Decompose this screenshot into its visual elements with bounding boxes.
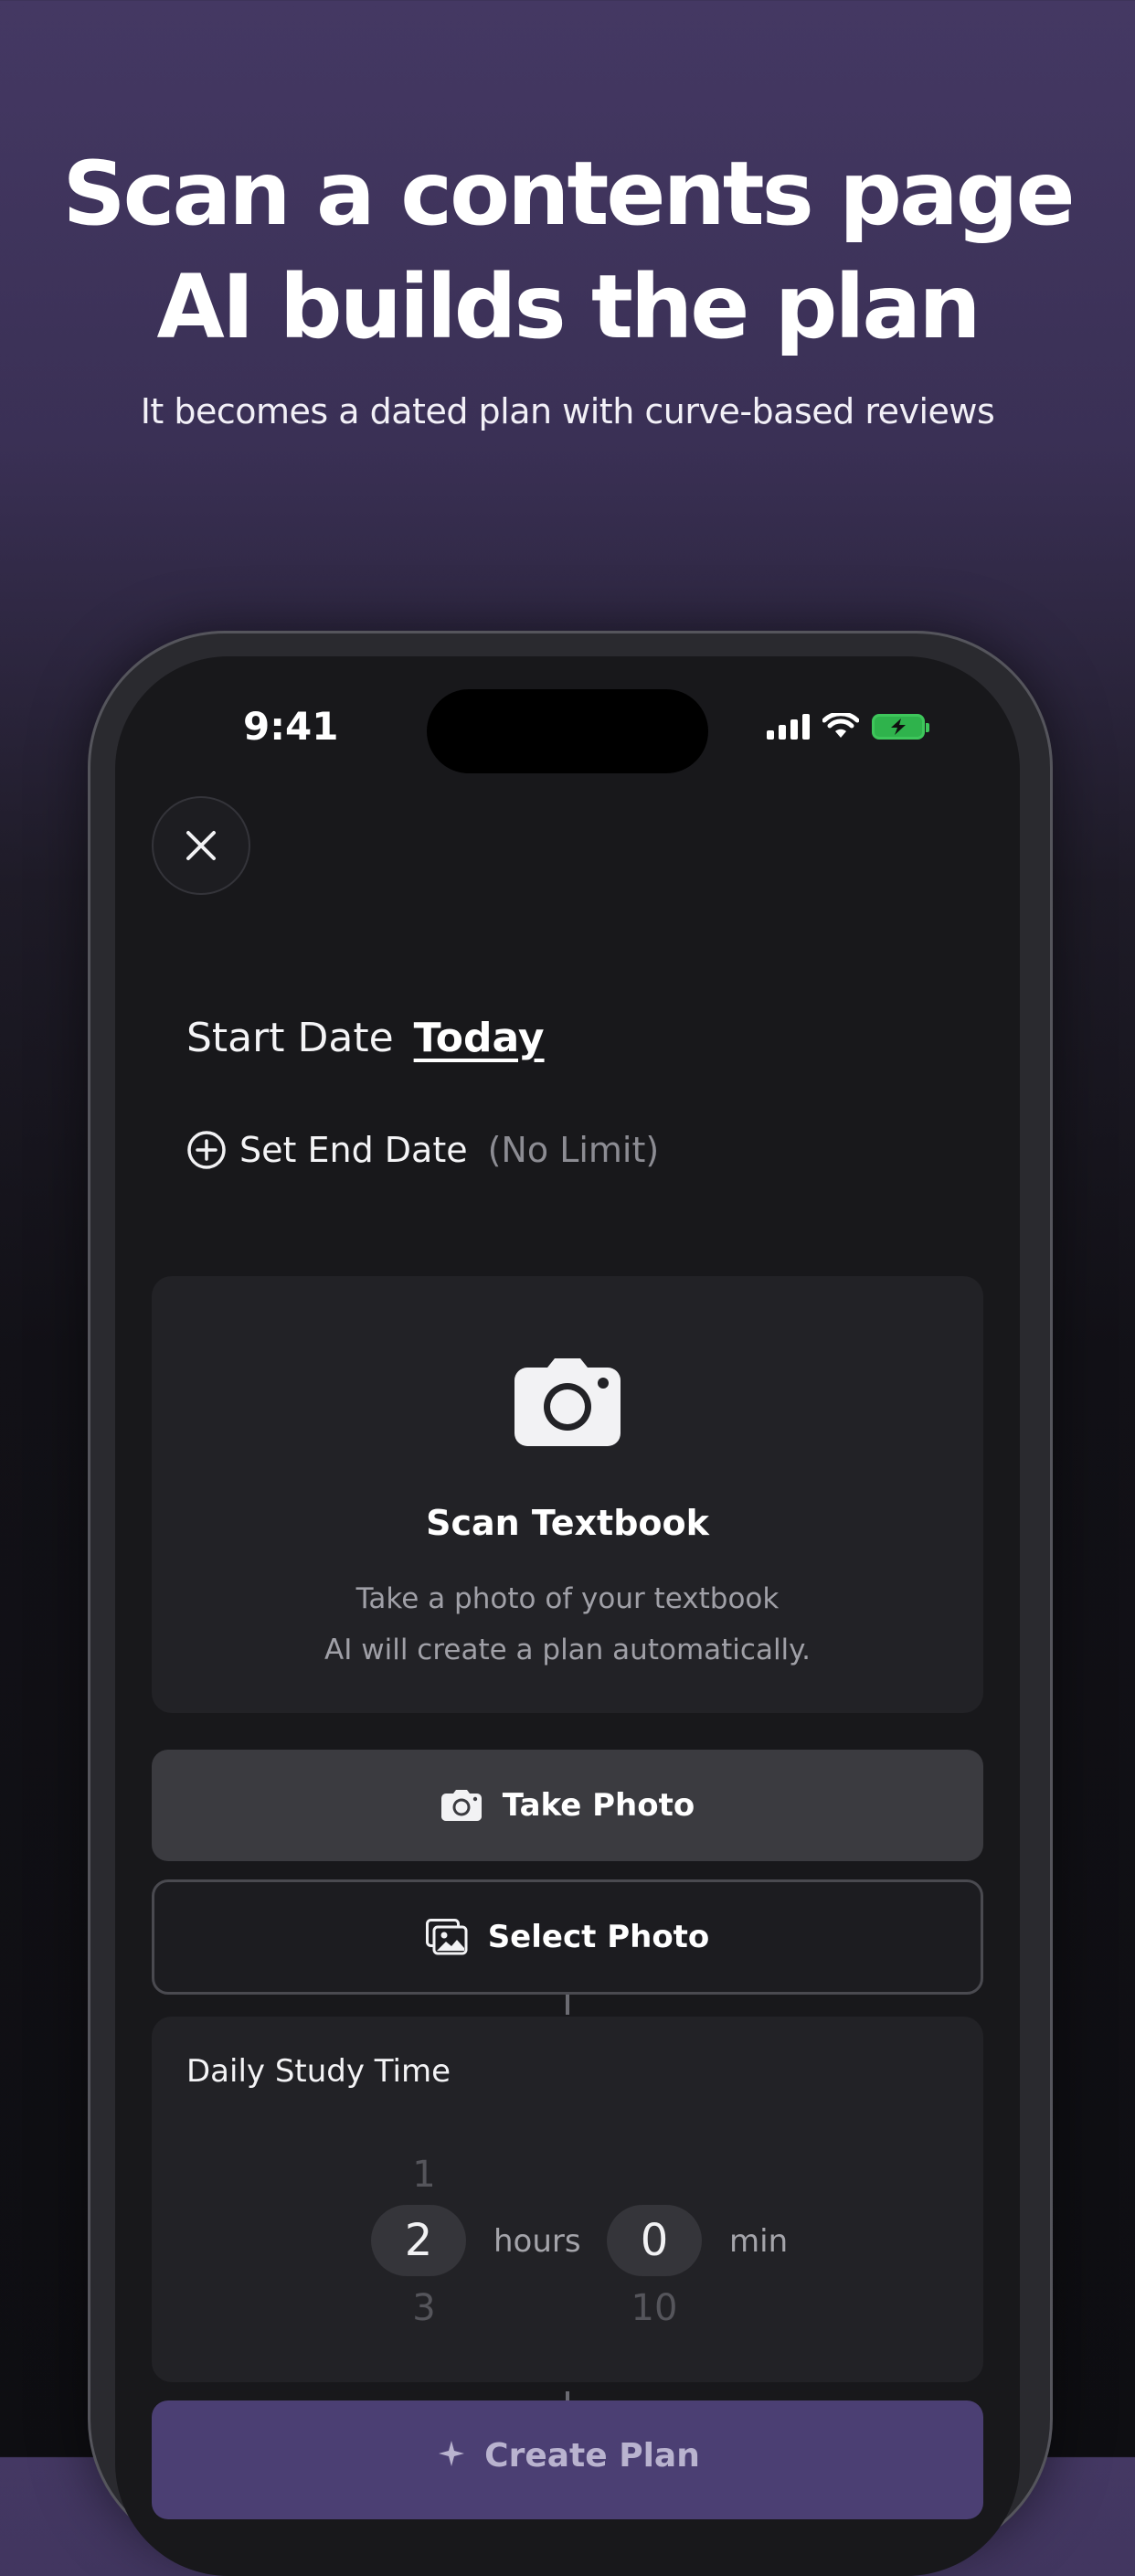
take-photo-button[interactable]: Take Photo <box>152 1750 983 1861</box>
status-time: 9:41 <box>243 704 339 749</box>
take-photo-label: Take Photo <box>502 1787 695 1824</box>
divider <box>566 1995 569 2015</box>
minutes-picker-selected[interactable]: 0 <box>607 2205 702 2276</box>
select-photo-button[interactable]: Select Photo <box>152 1879 983 1995</box>
promo-subheadline: It becomes a dated plan with curve-based… <box>140 391 995 431</box>
start-date-value[interactable]: Today <box>414 1015 545 1061</box>
start-date-label: Start Date <box>186 1015 394 1061</box>
scan-textbook-description: Take a photo of your textbook AI will cr… <box>152 1573 983 1676</box>
sparkle-icon <box>439 2441 465 2466</box>
scan-description-line1: Take a photo of your textbook <box>355 1582 780 1615</box>
scan-textbook-title: Scan Textbook <box>426 1503 709 1543</box>
promo-headline: Scan a contents page AI builds the plan <box>0 137 1135 364</box>
dynamic-island <box>427 689 708 773</box>
create-plan-label: Create Plan <box>484 2437 700 2475</box>
select-photo-label: Select Photo <box>487 1919 710 1955</box>
start-date-row: Start Date Today <box>186 1015 545 1061</box>
wifi-icon <box>822 713 859 738</box>
plus-circle-icon <box>187 1131 226 1169</box>
hours-unit-label: hours <box>493 2223 581 2260</box>
set-end-date-button[interactable]: Set End Date (No Limit) <box>186 1130 659 1170</box>
set-end-date-label: Set End Date <box>239 1130 468 1170</box>
phone-screen: 9:41 Start Date Today Set End Date (No L… <box>115 656 1020 2576</box>
daily-study-time-title: Daily Study Time <box>186 2053 451 2090</box>
close-button[interactable] <box>152 796 250 895</box>
scan-textbook-card: Scan Textbook Take a photo of your textb… <box>152 1276 983 1713</box>
status-icons <box>767 713 929 740</box>
camera-icon <box>440 1790 482 1822</box>
hours-picker-above[interactable]: 1 <box>378 2154 470 2196</box>
camera-icon <box>514 1358 621 1446</box>
end-date-hint: (No Limit) <box>487 1130 660 1170</box>
battery-charging-icon <box>872 714 929 740</box>
daily-study-time-card: Daily Study Time 1 2 3 hours 0 10 min <box>152 2017 983 2382</box>
photo-library-icon <box>425 1919 468 1955</box>
hours-picker-selected[interactable]: 2 <box>371 2205 466 2276</box>
close-icon <box>186 831 216 860</box>
minutes-picker-below[interactable]: 10 <box>609 2287 700 2329</box>
minutes-unit-label: min <box>729 2223 789 2260</box>
promo-headline-line1: Scan a contents page <box>62 143 1075 245</box>
hours-picker-below[interactable]: 3 <box>378 2287 470 2329</box>
scan-description-line2: AI will create a plan automatically. <box>324 1634 811 1666</box>
promo-headline-line2: AI builds the plan <box>156 256 981 358</box>
create-plan-button[interactable]: Create Plan <box>152 2400 983 2519</box>
signal-icon <box>767 714 810 740</box>
